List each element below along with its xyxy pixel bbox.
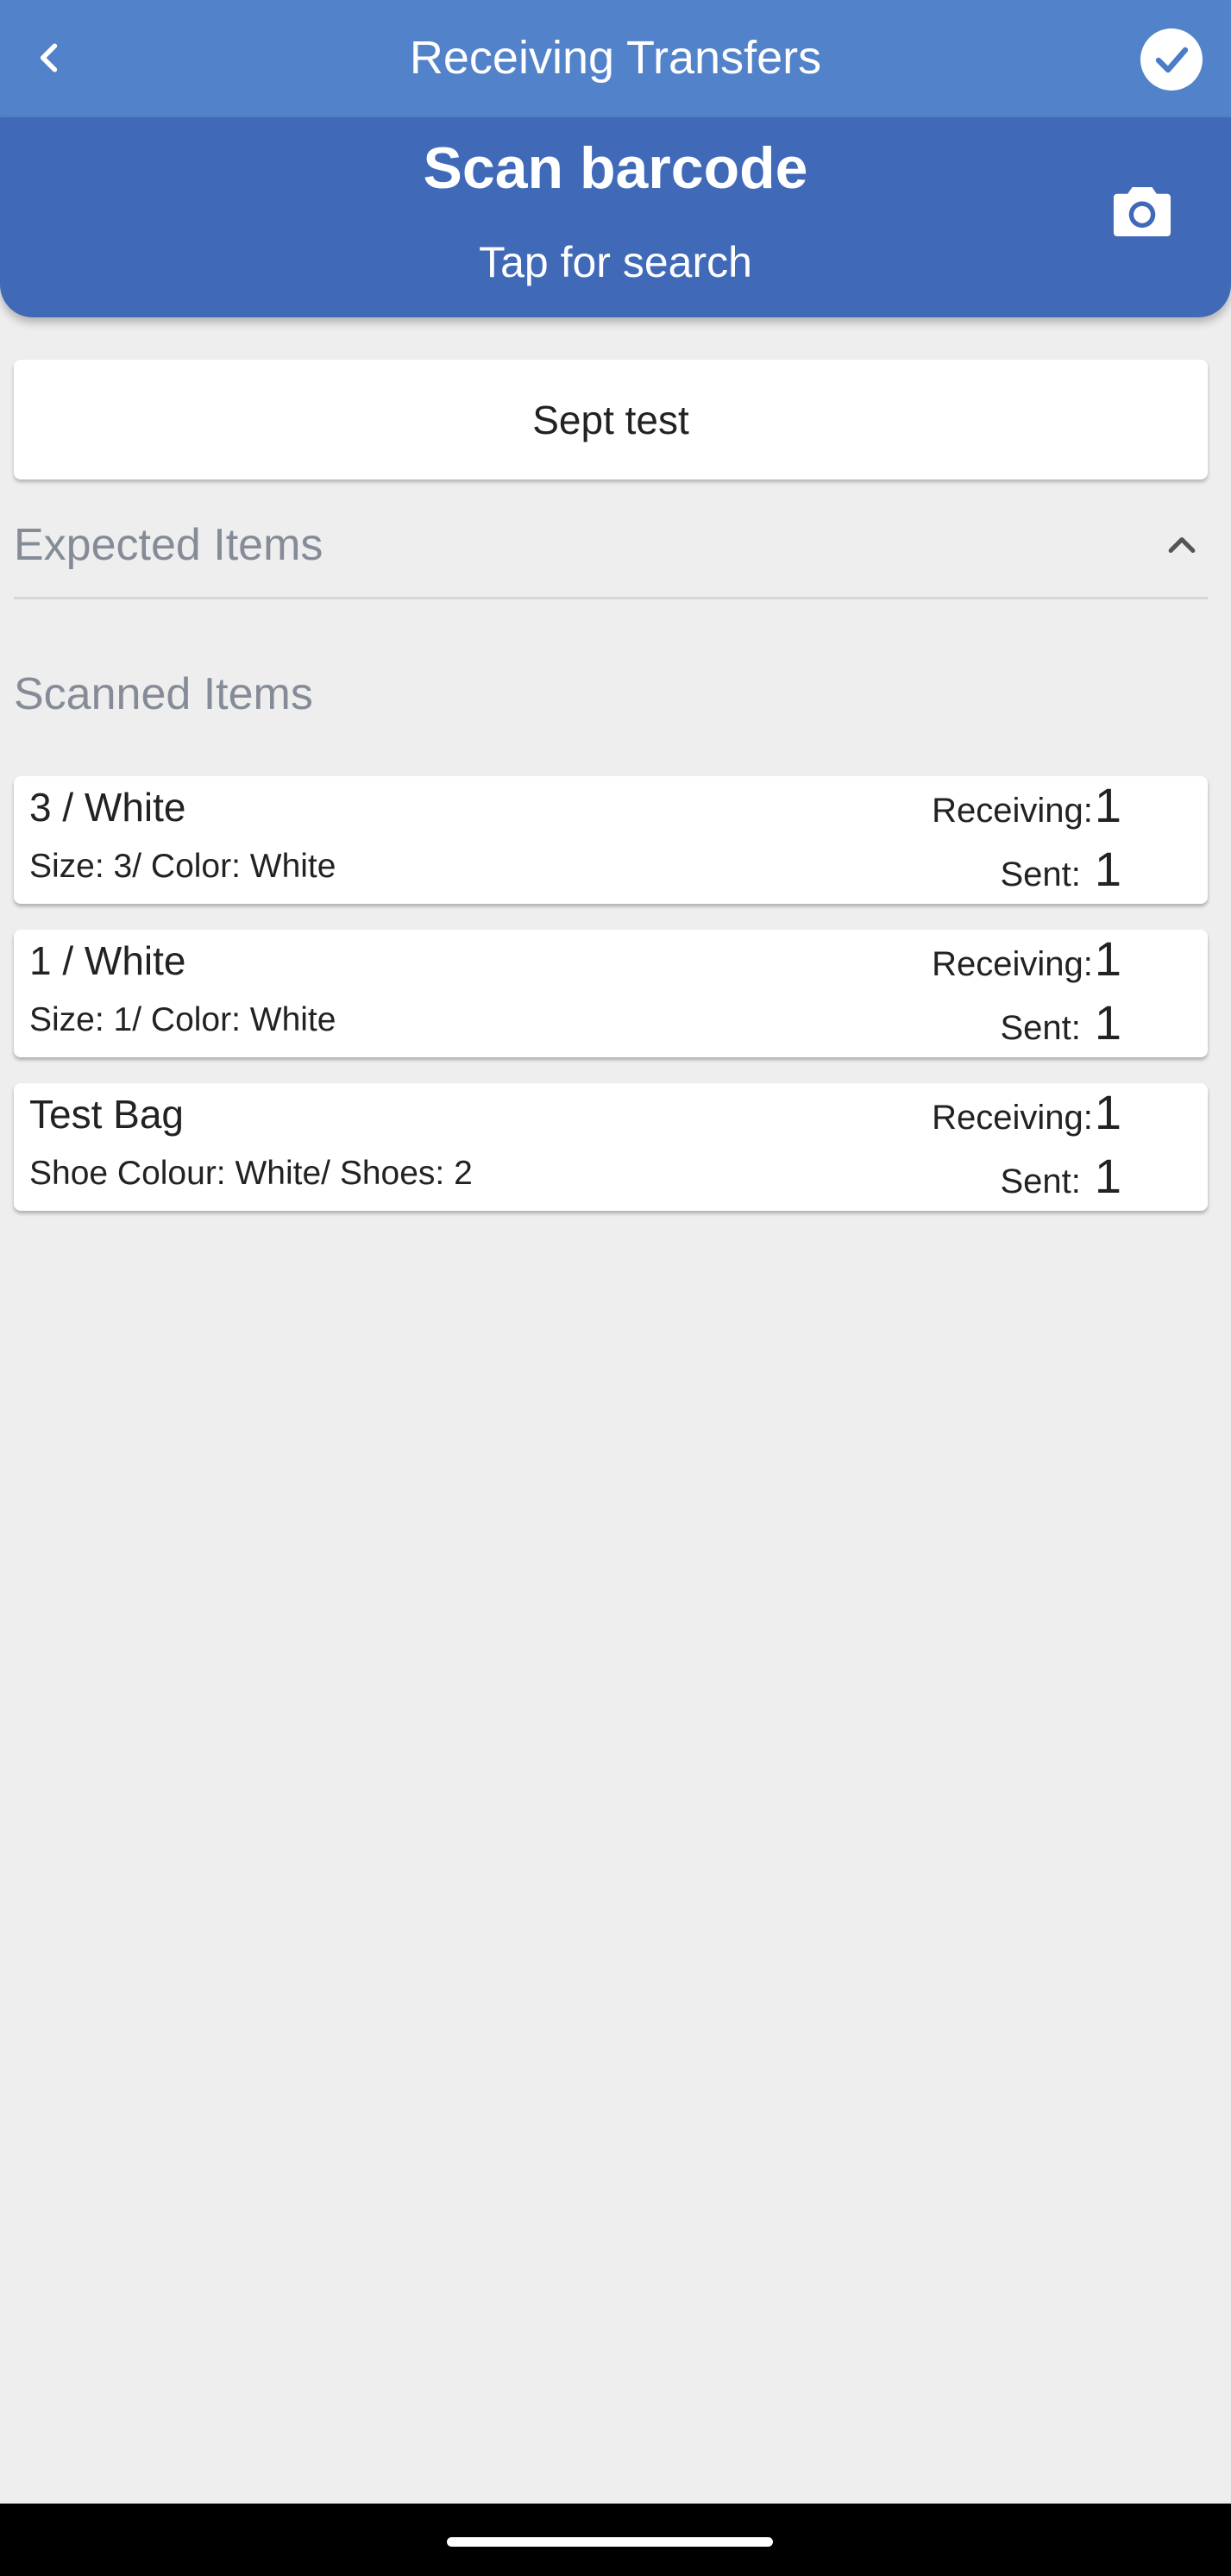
item-description: Size: 3/ Color: White: [29, 848, 336, 885]
receiving-value: 1: [1094, 931, 1121, 986]
receiving-value: 1: [1094, 1085, 1121, 1139]
scanned-item-card[interactable]: 1 / White Size: 1/ Color: White Receivin…: [14, 930, 1208, 1057]
receiving-label: Receiving:: [932, 1099, 1093, 1137]
sent-quantity: Sent: 1: [1000, 1150, 1121, 1207]
sent-quantity: Sent: 1: [1000, 843, 1121, 900]
scanned-item-card[interactable]: 3 / White Size: 3/ Color: White Receivin…: [14, 776, 1208, 904]
item-description: Size: 1/ Color: White: [29, 1001, 336, 1038]
receiving-quantity: Receiving: 1: [932, 933, 1121, 990]
sent-value: 1: [1094, 842, 1121, 896]
sent-label: Sent:: [1000, 856, 1081, 893]
scan-barcode-panel[interactable]: Scan barcode Tap for search: [0, 117, 1231, 317]
receiving-quantity: Receiving: 1: [932, 1087, 1121, 1144]
camera-button[interactable]: [1108, 176, 1177, 245]
top-app-bar: Receiving Transfers: [0, 0, 1231, 117]
scanned-item-card[interactable]: Test Bag Shoe Colour: White/ Shoes: 2 Re…: [14, 1083, 1208, 1211]
expected-items-header[interactable]: Expected Items: [14, 507, 1208, 599]
scan-subtitle: Tap for search: [479, 238, 752, 286]
item-name: 1 / White: [29, 938, 186, 983]
sent-quantity: Sent: 1: [1000, 997, 1121, 1054]
system-navigation-bar: [0, 2504, 1231, 2576]
check-icon: [1155, 47, 1189, 73]
sent-value: 1: [1094, 995, 1121, 1050]
expected-items-label: Expected Items: [14, 520, 323, 570]
camera-icon: [1114, 187, 1171, 236]
sent-value: 1: [1094, 1149, 1121, 1203]
scanned-items-header: Scanned Items: [14, 669, 313, 719]
scan-title: Scan barcode: [423, 135, 808, 201]
sent-label: Sent:: [1000, 1009, 1081, 1047]
home-indicator[interactable]: [447, 2537, 773, 2547]
item-name: 3 / White: [29, 785, 186, 830]
receiving-label: Receiving:: [932, 792, 1093, 830]
scanned-items-list: 3 / White Size: 3/ Color: White Receivin…: [14, 776, 1208, 1237]
chevron-up-icon: [1168, 537, 1196, 553]
confirm-button[interactable]: [1140, 28, 1203, 91]
receiving-value: 1: [1094, 778, 1121, 832]
transfer-name-card[interactable]: Sept test: [14, 360, 1208, 479]
expected-items-toggle[interactable]: [1156, 519, 1208, 571]
sent-label: Sent:: [1000, 1163, 1081, 1200]
receiving-label: Receiving:: [932, 945, 1093, 983]
item-description: Shoe Colour: White/ Shoes: 2: [29, 1155, 473, 1192]
receiving-quantity: Receiving: 1: [932, 780, 1121, 837]
item-name: Test Bag: [29, 1092, 184, 1137]
page-title: Receiving Transfers: [409, 32, 822, 84]
